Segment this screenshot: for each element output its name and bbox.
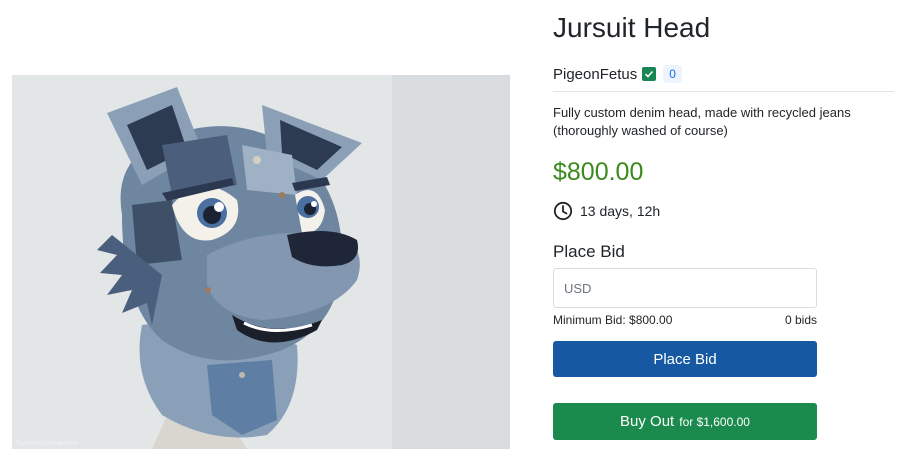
seller-rating-badge[interactable]: 0 bbox=[663, 65, 682, 83]
check-square-icon bbox=[642, 67, 657, 81]
time-left-text: 13 days, 12h bbox=[580, 203, 661, 219]
place-bid-heading: Place Bid bbox=[553, 242, 625, 261]
buy-out-price: for $1,600.00 bbox=[679, 414, 750, 429]
bids-count: 0 bids bbox=[784, 313, 817, 327]
listing-description: Fully custom denim head, made with recyc… bbox=[553, 105, 851, 138]
place-bid-button[interactable]: Place Bid bbox=[553, 341, 817, 377]
time-left-row: 13 days, 12h bbox=[553, 200, 660, 222]
seller-row: PigeonFetus 0 bbox=[553, 64, 682, 84]
fursuit-head-illustration bbox=[12, 75, 510, 449]
buy-out-button[interactable]: Buy Out for $1,600.00 bbox=[553, 403, 817, 440]
clock-icon bbox=[553, 201, 573, 221]
current-price: $800.00 bbox=[553, 158, 644, 186]
buy-out-label: Buy Out bbox=[620, 413, 675, 430]
divider bbox=[553, 91, 894, 92]
listing-title: Jursuit Head bbox=[553, 12, 711, 43]
listing-details-panel: Jursuit Head PigeonFetus 0 Fully custom … bbox=[553, 0, 894, 455]
bid-amount-input[interactable] bbox=[553, 268, 817, 308]
photo-watermark: TheFursuitHive.com bbox=[15, 440, 79, 447]
seller-name-link[interactable]: PigeonFetus bbox=[553, 66, 637, 83]
bid-meta-row: Minimum Bid: $800.00 0 bids bbox=[553, 313, 817, 327]
listing-photo[interactable]: TheFursuitHive.com bbox=[12, 75, 510, 449]
minimum-bid-text: Minimum Bid: $800.00 bbox=[553, 313, 673, 327]
